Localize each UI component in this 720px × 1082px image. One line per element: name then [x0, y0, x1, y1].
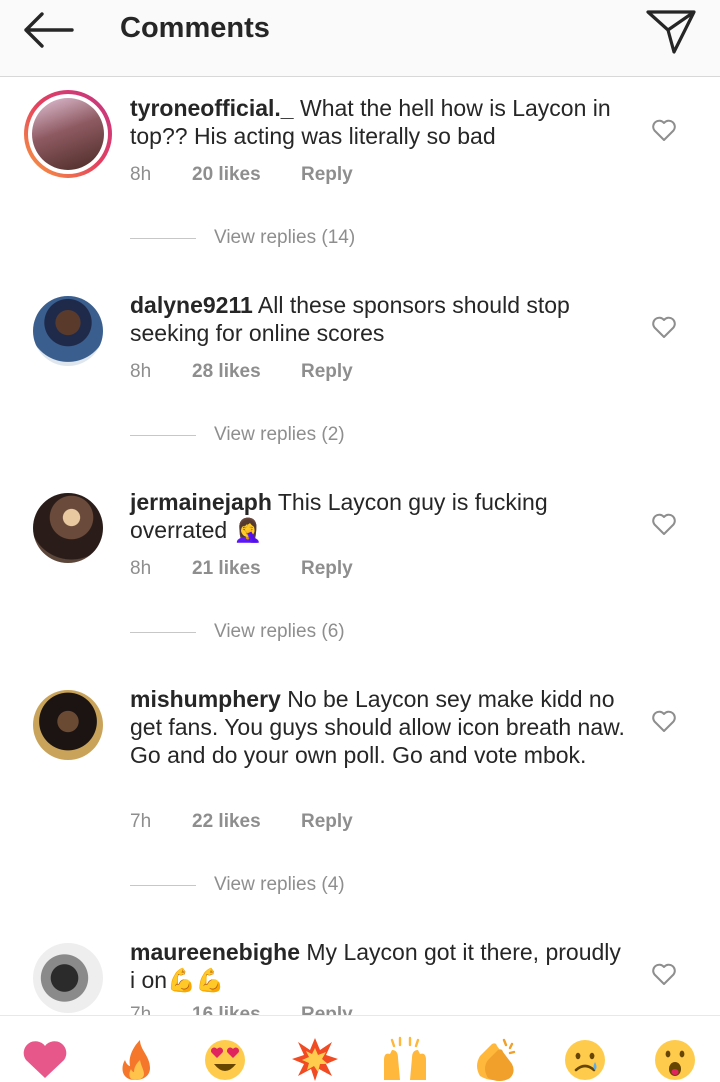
comment-username[interactable]: maureenebighe [130, 939, 300, 965]
comment-time: 7h [130, 811, 152, 832]
reaction-bar [0, 1015, 720, 1082]
raised-hands-reaction-icon[interactable] [380, 1036, 430, 1082]
like-heart-icon[interactable] [651, 962, 677, 986]
comment-username[interactable]: tyroneofficial._ [130, 95, 294, 121]
avatar[interactable] [33, 943, 103, 1013]
fire-reaction-icon[interactable] [110, 1036, 160, 1082]
replies-divider [130, 238, 196, 239]
view-replies-label: View replies (6) [214, 621, 345, 642]
avatar[interactable] [24, 90, 112, 178]
avatar[interactable] [33, 296, 103, 366]
comment-text: tyroneofficial._ What the hell how is La… [130, 94, 630, 150]
comment-text: jermainejaph This Laycon guy is fucking … [130, 488, 630, 544]
heart-reaction-icon[interactable] [20, 1036, 70, 1082]
comment-time: 8h [130, 164, 152, 185]
comment-time: 8h [130, 558, 152, 579]
comment-time: 8h [130, 361, 152, 382]
comment-likes[interactable]: 22 likes [192, 811, 261, 833]
reply-button[interactable]: Reply [301, 811, 353, 833]
send-icon[interactable] [644, 4, 698, 56]
comment-likes[interactable]: 20 likes [192, 164, 261, 186]
sad-face-reaction-icon[interactable] [560, 1036, 610, 1082]
comment-likes[interactable]: 28 likes [192, 361, 261, 383]
clapping-hands-reaction-icon[interactable] [470, 1036, 520, 1082]
reply-button[interactable]: Reply [301, 558, 353, 580]
like-heart-icon[interactable] [651, 315, 677, 339]
surprised-face-reaction-icon[interactable] [650, 1036, 700, 1082]
avatar[interactable] [33, 493, 103, 563]
like-heart-icon[interactable] [651, 118, 677, 142]
avatar[interactable] [33, 690, 103, 760]
back-arrow-icon[interactable] [18, 10, 78, 50]
heart-eyes-reaction-icon[interactable] [200, 1036, 250, 1082]
comment-text: dalyne9211 All these sponsors should sto… [130, 291, 630, 347]
comment-likes[interactable]: 21 likes [192, 558, 261, 580]
page-title: Comments [120, 12, 270, 44]
comment-username[interactable]: dalyne9211 [130, 292, 253, 318]
comment-username[interactable]: jermainejaph [130, 489, 272, 515]
view-replies-label: View replies (4) [214, 874, 345, 895]
view-replies-label: View replies (2) [214, 424, 345, 445]
replies-divider [130, 885, 196, 886]
replies-divider [130, 435, 196, 436]
view-replies-label: View replies (14) [214, 227, 356, 248]
comment-username[interactable]: mishumphery [130, 686, 281, 712]
reply-button[interactable]: Reply [301, 164, 353, 186]
like-heart-icon[interactable] [651, 512, 677, 536]
collision-reaction-icon[interactable] [290, 1036, 340, 1082]
replies-divider [130, 632, 196, 633]
comment-text: maureenebighe My Laycon got it there, pr… [130, 938, 630, 994]
header-bar: Comments [0, 0, 720, 77]
like-heart-icon[interactable] [651, 709, 677, 733]
comment-text: mishumphery No be Laycon sey make kidd n… [130, 685, 630, 769]
reply-button[interactable]: Reply [301, 361, 353, 383]
